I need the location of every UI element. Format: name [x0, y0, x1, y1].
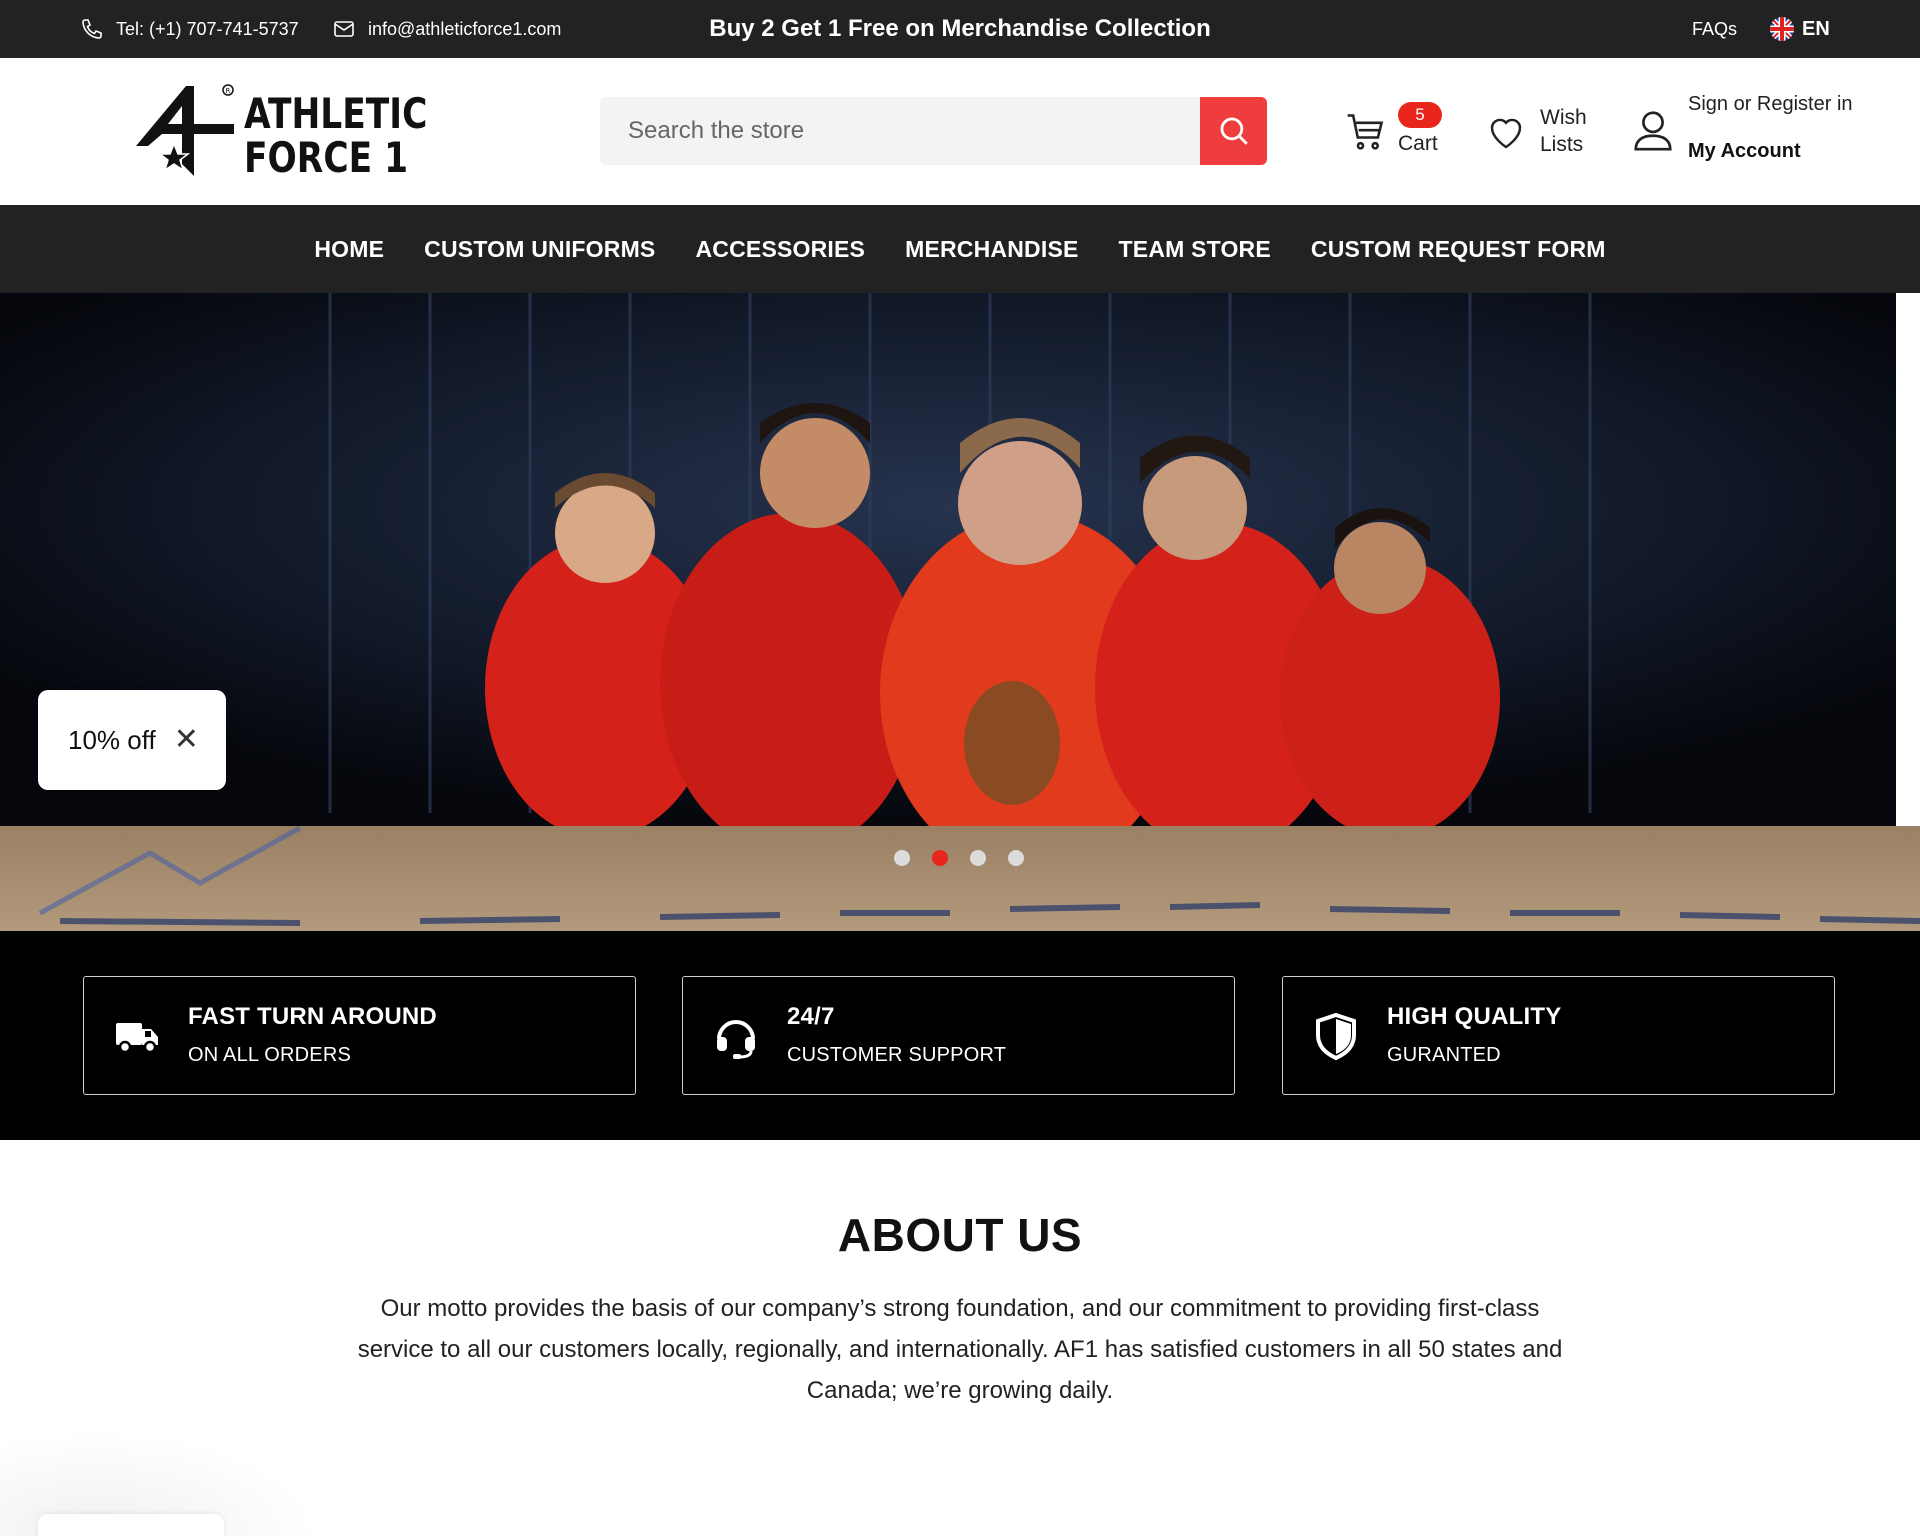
nav-item-home[interactable]: HOME — [294, 236, 404, 263]
discount-text[interactable]: 10% off — [68, 725, 156, 756]
promo-text[interactable]: Buy 2 Get 1 Free on Merchandise Collecti… — [709, 0, 1210, 58]
nav-item-accessories[interactable]: ACCESSORIES — [675, 236, 885, 263]
cart-icon — [1347, 114, 1384, 150]
promo-banner: Buy 2 Get 1 Free on Merchandise Collecti… — [0, 0, 1920, 58]
slider-pagination — [894, 850, 1024, 866]
feature-subtitle: ON ALL ORDERS — [188, 1044, 352, 1066]
announcement-bar: Tel: (+1) 707-741-5737 info@athleticforc… — [0, 0, 1920, 58]
about-heading: ABOUT US — [837, 1209, 1083, 1261]
logo-line-2: FORCE 1 — [244, 133, 409, 182]
logo-wordmark: ATHLETIC FORCE 1 — [244, 92, 427, 180]
cart-count-badge: 5 — [1398, 102, 1442, 128]
sign-in-register-link[interactable]: Sign or Register in — [1688, 94, 1868, 114]
truck-icon — [116, 1023, 158, 1054]
main-navigation: HOME CUSTOM UNIFORMS ACCESSORIES MERCHAN… — [0, 205, 1920, 293]
nav-item-merchandise[interactable]: MERCHANDISE — [885, 236, 1098, 263]
shield-icon — [1316, 1012, 1356, 1061]
search-input[interactable] — [600, 97, 1200, 165]
uk-flag-icon — [1770, 17, 1794, 41]
bottom-widget[interactable] — [38, 1514, 224, 1536]
slider-dot[interactable] — [894, 850, 910, 866]
feature-high-quality: HIGH QUALITY GURANTED — [1282, 976, 1835, 1095]
hero-edge — [1896, 293, 1920, 826]
wish-lists-label: Wish Lists — [1540, 106, 1587, 156]
heart-icon — [1490, 118, 1522, 149]
feature-fast-turnaround: FAST TURN AROUND ON ALL ORDERS — [83, 976, 636, 1095]
features-strip: FAST TURN AROUND ON ALL ORDERS 24/7 CUST… — [0, 931, 1920, 1140]
language-selector[interactable]: EN — [1770, 0, 1830, 58]
cart-label: Cart — [1398, 132, 1438, 155]
feature-title: HIGH QUALITY — [1387, 1003, 1562, 1030]
slider-dot[interactable] — [1008, 850, 1024, 866]
af1-logo-mark-icon: R — [136, 84, 234, 176]
feature-title: FAST TURN AROUND — [188, 1003, 437, 1030]
hero-image — [0, 293, 1920, 931]
discount-popup[interactable]: 10% off ✕ — [38, 690, 226, 790]
search-button[interactable] — [1200, 97, 1267, 165]
site-logo[interactable]: R ATHLETIC FORCE 1 — [134, 84, 444, 184]
wish-lists-button[interactable]: Wish Lists — [1484, 104, 1604, 164]
about-body: Our motto provides the basis of our comp… — [357, 1295, 1563, 1404]
cart-button[interactable]: 5 Cart — [1340, 102, 1450, 162]
feature-subtitle: GURANTED — [1387, 1044, 1501, 1066]
feature-customer-support: 24/7 CUSTOMER SUPPORT — [682, 976, 1235, 1095]
nav-item-custom-uniforms[interactable]: CUSTOM UNIFORMS — [404, 236, 675, 263]
user-icon — [1634, 111, 1672, 151]
nav-item-custom-request-form[interactable]: CUSTOM REQUEST FORM — [1291, 236, 1626, 263]
search-icon — [1220, 117, 1248, 145]
feature-title: 24/7 — [787, 1003, 835, 1030]
nav-item-team-store[interactable]: TEAM STORE — [1099, 236, 1291, 263]
svg-text:R: R — [226, 87, 231, 95]
feature-subtitle: CUSTOMER SUPPORT — [787, 1044, 1007, 1066]
slider-dot[interactable] — [970, 850, 986, 866]
faqs-link[interactable]: FAQs — [1692, 0, 1737, 58]
slider-dot-active[interactable] — [932, 850, 948, 866]
close-icon[interactable]: ✕ — [174, 725, 199, 755]
headset-icon — [717, 1020, 755, 1059]
site-header: R ATHLETIC FORCE 1 5 Cart Wish Lists Sig… — [0, 58, 1920, 205]
my-account-label[interactable]: My Account — [1688, 140, 1801, 163]
language-label: EN — [1802, 17, 1830, 40]
account-menu[interactable]: Sign or Register in My Account — [1630, 94, 1870, 174]
logo-line-1: ATHLETIC — [244, 89, 428, 138]
hero-slider[interactable] — [0, 293, 1920, 931]
search-bar — [600, 97, 1267, 165]
